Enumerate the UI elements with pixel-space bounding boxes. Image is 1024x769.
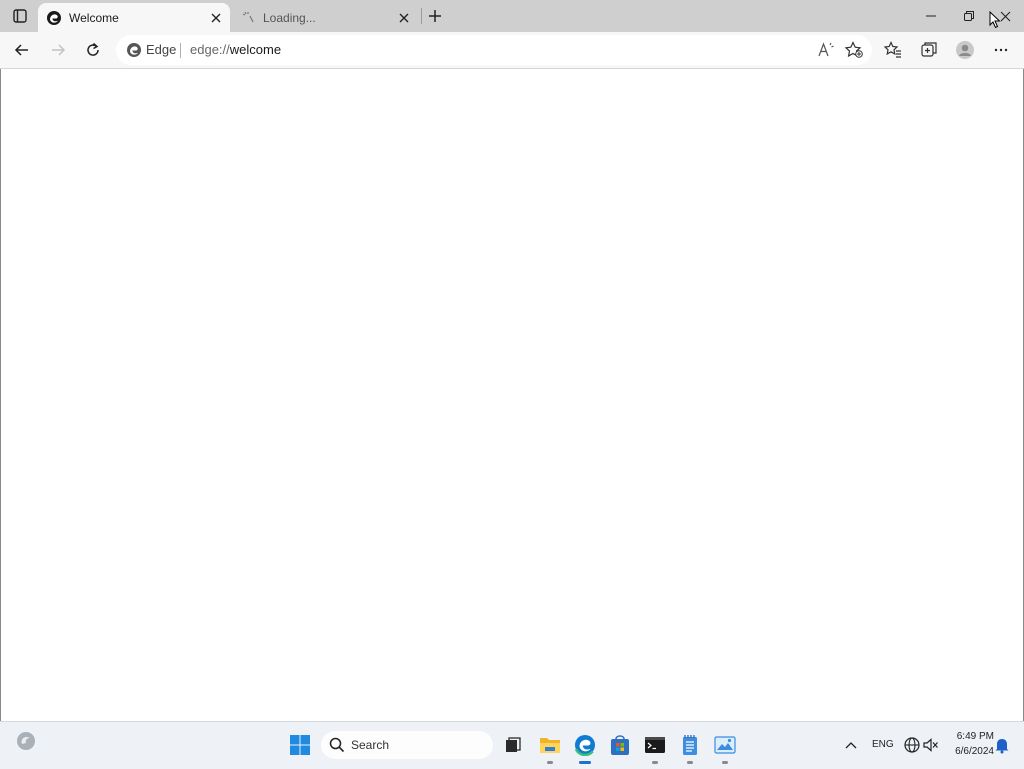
edge-icon — [574, 734, 596, 756]
search-placeholder: Search — [351, 738, 390, 752]
task-view-icon — [506, 737, 521, 752]
read-aloud-icon[interactable] — [816, 41, 836, 59]
active-indicator — [579, 761, 591, 764]
tab-close-icon[interactable] — [208, 10, 224, 26]
show-hidden-icons-button[interactable] — [843, 737, 859, 753]
forward-icon — [52, 44, 66, 56]
edge-icon — [127, 43, 141, 57]
running-indicator — [722, 761, 728, 764]
taskbar-edge[interactable] — [572, 732, 598, 764]
tab-loading[interactable]: Loading... — [232, 3, 418, 32]
minimize-icon — [926, 15, 936, 17]
search-icon — [329, 737, 345, 753]
url-text[interactable]: edge://welcome — [190, 42, 281, 57]
restore-icon — [964, 11, 974, 21]
plus-icon — [429, 10, 441, 22]
tab-title: Loading... — [263, 10, 316, 25]
tab-actions-button[interactable] — [8, 6, 32, 26]
collections-icon — [921, 42, 937, 57]
taskbar: Search ENG 6:49 PM 6/6/2024 — [0, 721, 1024, 769]
refresh-button[interactable] — [81, 38, 105, 62]
url-prefix: edge:// — [190, 42, 230, 57]
minimize-button[interactable] — [912, 0, 950, 32]
add-favorite-icon[interactable] — [844, 41, 864, 59]
taskbar-photos[interactable] — [712, 732, 738, 764]
running-indicator — [652, 761, 658, 764]
taskbar-notepad[interactable] — [677, 732, 703, 764]
close-icon — [1000, 11, 1010, 21]
clock-time: 6:49 PM — [956, 731, 994, 742]
notepad-icon — [683, 735, 697, 755]
favorites-button[interactable] — [881, 38, 905, 62]
notification-bell-icon[interactable] — [993, 736, 1011, 754]
favorites-icon — [884, 41, 901, 58]
photos-icon — [714, 736, 736, 754]
collections-button[interactable] — [917, 38, 941, 62]
file-explorer-icon — [540, 738, 560, 753]
new-tab-button[interactable] — [426, 7, 444, 25]
tab-welcome[interactable]: Welcome — [38, 3, 230, 32]
tab-close-icon[interactable] — [396, 10, 412, 26]
profile-button[interactable] — [953, 38, 977, 62]
profile-icon — [956, 41, 974, 59]
store-icon — [611, 735, 629, 755]
back-icon — [14, 44, 28, 56]
taskbar-file-explorer[interactable] — [537, 732, 563, 764]
address-bar[interactable]: Edge edge://welcome — [116, 35, 872, 65]
refresh-icon — [87, 42, 99, 56]
taskbar-store[interactable] — [607, 732, 633, 758]
url-host: welcome — [229, 42, 282, 57]
mouse-cursor-icon — [989, 11, 1001, 29]
taskbar-search[interactable]: Search — [321, 731, 493, 759]
clock-date: 6/6/2024 — [955, 746, 994, 757]
address-separator — [180, 43, 181, 58]
tab-actions-icon — [13, 9, 27, 23]
more-icon — [994, 48, 1008, 52]
more-options-button[interactable] — [989, 38, 1013, 62]
input-language[interactable]: ENG — [872, 739, 894, 750]
restore-button[interactable] — [950, 0, 988, 32]
tab-separator — [421, 8, 422, 24]
browser-toolbar: Edge edge://welcome — [0, 32, 1024, 69]
loading-spinner-icon — [240, 10, 256, 26]
running-indicator — [547, 761, 553, 764]
taskbar-terminal[interactable] — [642, 732, 668, 764]
widgets-icon[interactable] — [15, 730, 37, 752]
running-indicator — [687, 761, 693, 764]
terminal-icon — [645, 737, 665, 753]
start-button[interactable] — [287, 732, 313, 758]
tab-title: Welcome — [69, 10, 119, 25]
start-icon — [290, 735, 310, 755]
back-button[interactable] — [10, 38, 34, 62]
site-identity-chip[interactable]: Edge — [146, 42, 176, 57]
forward-button[interactable] — [46, 38, 70, 62]
network-globe-icon[interactable] — [903, 736, 921, 754]
tab-strip: Welcome Loading... — [0, 0, 1024, 33]
clock[interactable]: 6:49 PM 6/6/2024 — [944, 729, 994, 759]
volume-muted-icon[interactable] — [922, 736, 940, 754]
chevron-up-icon — [845, 742, 857, 749]
page-content[interactable] — [0, 69, 1024, 721]
edge-icon — [46, 10, 62, 26]
task-view-button[interactable] — [500, 732, 526, 758]
